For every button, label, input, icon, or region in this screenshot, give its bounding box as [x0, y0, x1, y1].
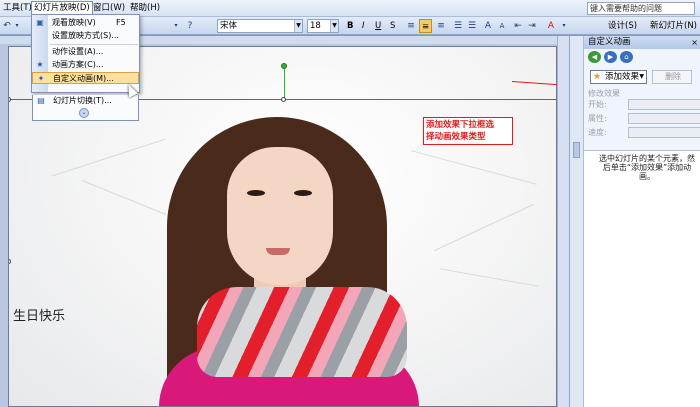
chevron-down-icon: ▼: [330, 20, 338, 32]
font-color-icon[interactable]: A: [545, 20, 557, 32]
menu-item-label: 动作设置(A)...: [52, 47, 104, 56]
annotation-callout: 添加效果下拉框选 择动画效果类型: [423, 117, 513, 145]
slide-text-box[interactable]: 生日快乐: [13, 305, 65, 324]
align-center-icon[interactable]: ≡: [419, 19, 432, 33]
menu-lower-section: ▤ 幻灯片切换(T)... ⌄: [32, 95, 139, 121]
photo-eye-right: [294, 190, 312, 196]
speed-label: 速度:: [588, 128, 607, 137]
resize-handle[interactable]: [281, 97, 286, 102]
decrease-font-icon[interactable]: A: [496, 20, 508, 32]
menu-item-action-settings[interactable]: 动作设置(A)...: [32, 46, 139, 58]
speed-select[interactable]: [628, 127, 700, 138]
increase-font-icon[interactable]: A: [482, 20, 494, 32]
underline-button[interactable]: U: [373, 19, 383, 33]
photo-mouth: [266, 248, 290, 255]
modify-section-label: 修改效果: [588, 89, 620, 98]
new-slide-button[interactable]: 新幻灯片(N): [648, 19, 699, 33]
start-select[interactable]: [628, 99, 700, 110]
font-color-dropdown-icon[interactable]: ▾: [560, 20, 568, 32]
design-button[interactable]: 设计(S): [606, 19, 639, 33]
align-right-icon[interactable]: ≡: [435, 20, 447, 32]
custom-animation-task-pane: 自定义动画 × ◀ ▶ ⌂ ★ 添加效果 ▼ 删除 修改效果 开始: 属性: 速…: [569, 36, 700, 407]
undo-icon[interactable]: ↶: [2, 20, 12, 32]
dropdown-arrow-icon[interactable]: ▾: [172, 20, 180, 32]
pane-navigation: ◀ ▶ ⌂: [588, 51, 638, 63]
property-label: 属性:: [588, 114, 607, 123]
projector-icon: ▣: [36, 18, 44, 27]
help-search-input[interactable]: 键入需要帮助的问题: [587, 2, 695, 15]
italic-button[interactable]: I: [360, 19, 367, 33]
align-left-icon[interactable]: ≡: [405, 20, 417, 32]
menu-item-label[interactable]: 幻灯片切换(T)...: [53, 95, 112, 107]
animation-scheme-icon: ★: [36, 60, 44, 69]
menu-item-setup-show[interactable]: 设置放映方式(S)...: [32, 30, 139, 42]
help-icon[interactable]: ?: [184, 20, 196, 32]
expand-menu-icon[interactable]: ⌄: [79, 108, 89, 118]
chevron-down-icon: ▼: [294, 20, 302, 32]
menu-item-view-show[interactable]: ▣ 观看放映(V) F5: [32, 17, 139, 29]
slide-show-menu: ▣ 观看放映(V) F5 设置放映方式(S)... 动作设置(A)... ★ 动…: [31, 14, 140, 93]
close-icon[interactable]: ×: [691, 36, 698, 49]
font-size-value: 18: [310, 21, 321, 31]
bold-button[interactable]: B: [345, 19, 355, 33]
annotation-line-1: 添加效果下拉框选: [426, 120, 495, 130]
pane-title: 自定义动画: [588, 37, 631, 47]
start-label: 开始:: [588, 100, 607, 109]
menu-item-label: 观看放映(V): [52, 18, 96, 27]
menu-item-custom-animation[interactable]: ✦ 自定义动画(M)...: [32, 72, 139, 84]
font-name-select[interactable]: 宋体 ▼: [217, 19, 303, 33]
home-icon[interactable]: ⌂: [620, 51, 633, 63]
font-name-value: 宋体: [220, 21, 238, 31]
add-effect-button[interactable]: ★ 添加效果 ▼: [590, 70, 647, 84]
annotation-line-2: 择动画效果类型: [426, 132, 486, 142]
photo-eye-left: [247, 190, 265, 196]
property-select[interactable]: [628, 113, 700, 124]
slide-vertical-scrollbar[interactable]: [557, 36, 569, 407]
font-size-select[interactable]: 18 ▼: [307, 19, 339, 33]
pane-header: 自定义动画 ×: [584, 36, 700, 49]
custom-animation-icon: ✦: [37, 74, 45, 83]
add-effect-label: 添加效果: [605, 72, 640, 82]
animation-list[interactable]: [584, 150, 700, 407]
star-icon: ★: [593, 72, 602, 82]
photo-face: [227, 147, 333, 285]
rotate-handle-stem: [284, 69, 285, 99]
chevron-down-icon: ▼: [639, 73, 644, 80]
remove-label: 删除: [665, 72, 681, 81]
increase-indent-icon[interactable]: ⇥: [526, 20, 538, 32]
menu-item-label: 动画方案(C)...: [52, 60, 104, 69]
decrease-indent-icon[interactable]: ⇤: [512, 20, 524, 32]
menu-item-animation-schemes[interactable]: ★ 动画方案(C)...: [32, 59, 139, 71]
menu-item-label: 自定义动画(M)...: [53, 74, 114, 83]
menu-tools[interactable]: 工具(T): [1, 2, 34, 16]
slide-transition-icon: ▤: [37, 96, 45, 105]
scrollbar-thumb[interactable]: [573, 142, 580, 158]
shadow-button[interactable]: S: [388, 19, 397, 33]
remove-effect-button[interactable]: 删除: [652, 70, 692, 84]
numbering-icon[interactable]: ☰: [452, 20, 464, 32]
pane-hint-text: 选中幻灯片的某个元素，然后单击“添加效果”添加动画。: [599, 154, 695, 181]
photo-scarf: [197, 287, 407, 377]
rotate-handle[interactable]: [281, 63, 287, 69]
forward-icon[interactable]: ▶: [604, 51, 617, 63]
undo-dropdown-icon[interactable]: ▾: [14, 20, 20, 32]
back-icon[interactable]: ◀: [588, 51, 601, 63]
pane-scrollbar[interactable]: [570, 36, 584, 407]
menu-item-shortcut: F5: [116, 18, 126, 27]
menu-item-label: 设置放映方式(S)...: [52, 31, 119, 40]
menu-separator: [50, 44, 138, 45]
bullets-icon[interactable]: ☰: [466, 20, 478, 32]
